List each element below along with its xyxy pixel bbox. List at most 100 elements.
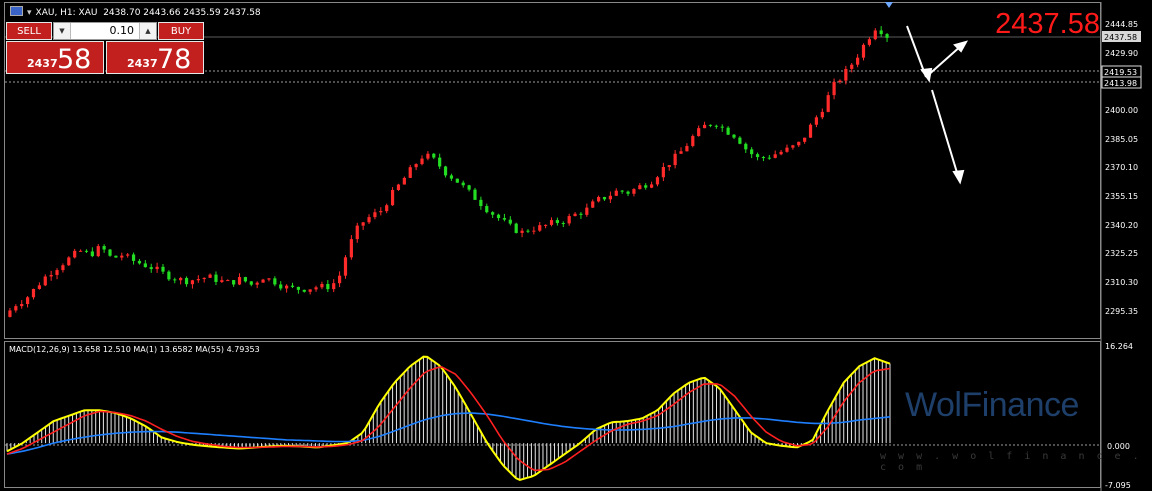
candle-body: [302, 289, 306, 292]
candle-body: [26, 297, 30, 305]
candle-body: [697, 128, 701, 137]
candle-body: [220, 280, 224, 282]
sell-quote[interactable]: 2437 58: [6, 41, 104, 75]
price-tick: 2400.00: [1105, 106, 1138, 115]
candle-body: [785, 147, 789, 152]
candle-body: [449, 175, 454, 179]
candle-body: [561, 223, 565, 225]
candle-body: [585, 207, 589, 215]
candle-body: [137, 260, 142, 264]
candle-body: [667, 165, 671, 168]
candle-body: [161, 266, 165, 272]
candle-body: [273, 278, 277, 285]
candle-body: [255, 282, 259, 285]
candle-body: [485, 206, 489, 213]
candle-body: [432, 153, 436, 158]
candle-body: [73, 250, 77, 258]
current-price-label: 2437.58: [1104, 33, 1137, 42]
price-tick: 2340.20: [1105, 221, 1138, 230]
candle-body: [861, 44, 866, 58]
sell-quote-big: 58: [57, 44, 92, 75]
candle-body: [402, 177, 406, 185]
candle-body: [108, 249, 112, 256]
candle-body: [96, 246, 100, 257]
candle-body: [290, 285, 295, 287]
candle-body: [126, 254, 130, 256]
candle-body: [78, 250, 83, 252]
candle-body: [744, 143, 748, 150]
candle-body: [285, 285, 289, 289]
buy-quote[interactable]: 2437 78: [106, 41, 204, 75]
volume-stepper[interactable]: ▼ 0.10 ▲: [53, 22, 157, 40]
volume-down-icon[interactable]: ▼: [54, 23, 71, 39]
candle-body: [355, 225, 359, 240]
candle-body: [214, 274, 218, 282]
candle-body: [167, 271, 171, 280]
arrow-down-head: [952, 169, 965, 185]
sell-button[interactable]: SELL: [6, 22, 52, 40]
price-tick: 2355.15: [1105, 192, 1138, 201]
candle-body: [626, 191, 630, 194]
volume-value[interactable]: 0.10: [72, 23, 138, 39]
candle-body: [549, 220, 554, 225]
candle-body: [396, 184, 401, 191]
buy-quote-small: 2437: [127, 57, 158, 70]
symbol-header: ▾ XAU, H1: XAU 2438.70 2443.66 2435.59 24…: [10, 6, 261, 18]
candle-body: [850, 64, 854, 69]
candle-body: [826, 95, 830, 112]
forecast-arrows[interactable]: [906, 25, 969, 185]
macd-tick: 0.000: [1107, 442, 1130, 451]
candle-body: [196, 279, 200, 281]
one-click-trading-panel: SELL ▼ 0.10 ▲ BUY 2437 58 2437 78: [6, 22, 204, 75]
candle-body: [844, 68, 848, 81]
price-axis[interactable]: 2444.85 2429.90 2400.00 2385.05 2370.10 …: [1101, 20, 1142, 490]
chevron-down-icon[interactable]: ▾: [27, 8, 32, 18]
macd-tick: 16.264: [1105, 342, 1133, 351]
candle-body: [644, 185, 648, 188]
candle-body: [732, 134, 736, 138]
candle-body: [373, 212, 377, 218]
current-bar-marker-icon: [885, 2, 893, 8]
candle-body: [314, 287, 318, 290]
candle-body: [838, 80, 842, 83]
candle-body: [632, 189, 636, 194]
candle-body: [261, 279, 265, 283]
candle-body: [814, 117, 819, 125]
candle-body: [114, 255, 118, 258]
candle-body: [67, 257, 71, 266]
candle-body: [620, 190, 624, 192]
candle-body: [885, 34, 889, 38]
arrow-down-line: [931, 89, 959, 177]
candle-body: [720, 126, 724, 128]
candle-body: [279, 284, 283, 289]
price-tick: 2444.85: [1105, 20, 1138, 29]
volume-up-icon[interactable]: ▲: [139, 23, 156, 39]
ohlc-text: 2438.70 2443.66 2435.59 2437.58: [103, 8, 261, 18]
candle-body: [420, 158, 424, 165]
candle-body: [567, 216, 571, 224]
candle-body: [43, 276, 47, 286]
candle-body: [120, 255, 124, 258]
candle-body: [308, 289, 312, 292]
buy-button[interactable]: BUY: [158, 22, 204, 40]
candle-body: [761, 157, 766, 159]
candle-body: [296, 286, 300, 290]
candle-body: [243, 277, 248, 282]
candle-body: [608, 195, 612, 200]
candle-body: [867, 39, 871, 45]
price-tick: 2325.25: [1105, 249, 1138, 258]
candle-body: [803, 137, 807, 142]
candle-body: [438, 157, 442, 167]
candle-body: [773, 154, 777, 158]
candle-body: [179, 277, 183, 281]
candle-body: [237, 277, 242, 285]
candle-body: [131, 254, 136, 261]
candle-body: [149, 267, 153, 270]
price-tick: 2385.05: [1105, 135, 1138, 144]
candle-body: [491, 212, 495, 215]
candle-body: [332, 283, 336, 290]
candle-body: [638, 185, 642, 190]
candle-body: [479, 199, 483, 207]
candle-body: [267, 278, 271, 280]
candle-body: [84, 250, 89, 252]
